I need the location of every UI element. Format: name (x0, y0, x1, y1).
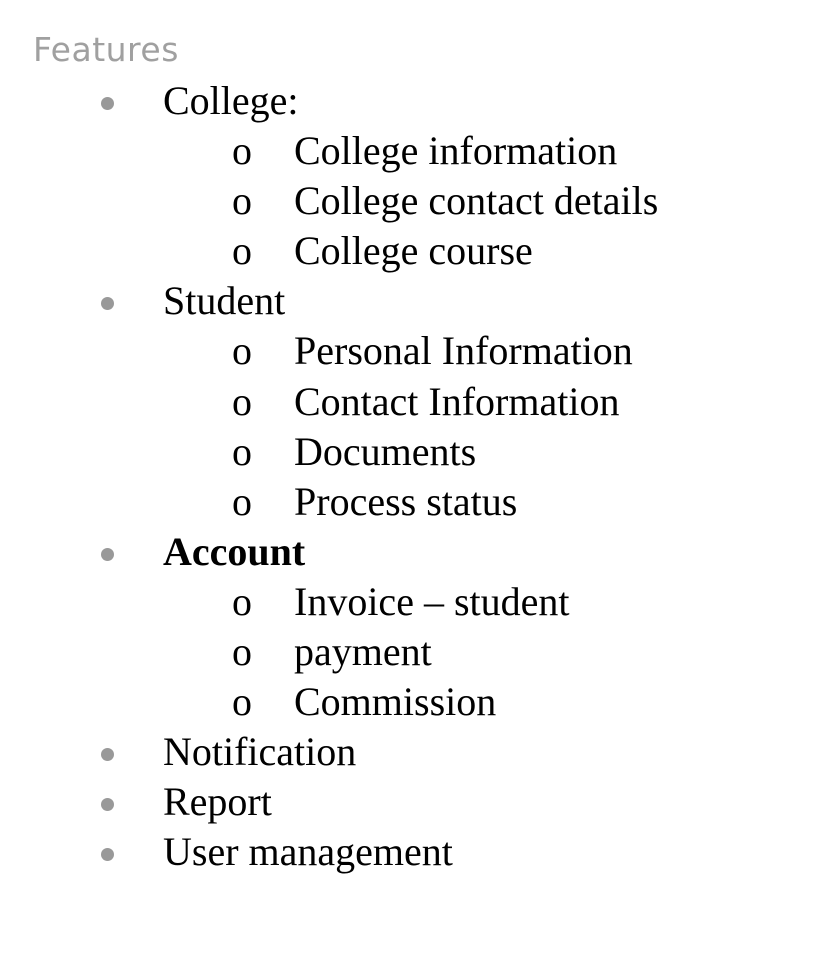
bullet-dot-icon (101, 297, 114, 311)
bullet-circle-icon: o (232, 378, 252, 424)
bullet-dot-icon (101, 798, 114, 812)
bullet-circle-icon: o (232, 478, 252, 524)
feature-label: Notification (163, 729, 357, 775)
bullet-circle-icon: o (232, 228, 252, 274)
sub-feature-label: College contact details (294, 178, 659, 224)
bullet-dot-icon (101, 748, 114, 762)
sub-feature-label: Commission (294, 679, 497, 725)
bullet-circle-icon: o (232, 679, 252, 725)
bullet-dot-icon (101, 848, 114, 862)
bullet-circle-icon: o (232, 578, 252, 624)
sub-feature-label: College course (294, 228, 533, 274)
bullet-dot-icon (101, 547, 114, 561)
bullet-circle-icon: o (232, 328, 252, 374)
feature-label: Report (163, 779, 272, 825)
sub-feature-label: Documents (294, 428, 477, 474)
sub-feature-label: Personal Information (294, 328, 633, 374)
feature-label: College: (163, 78, 299, 123)
bullet-circle-icon: o (232, 428, 252, 474)
feature-label: Student (163, 278, 286, 324)
sub-feature-label: Contact Information (294, 378, 620, 424)
feature-label: Account (163, 528, 306, 574)
sub-feature-label: Process status (294, 478, 518, 524)
bullet-dot-icon (101, 97, 114, 110)
sub-feature-label: Invoice – student (294, 578, 570, 624)
section-heading: Features (33, 30, 179, 69)
sub-feature-label: College information (294, 128, 618, 174)
bullet-circle-icon: o (232, 178, 252, 224)
sub-feature-label: payment (294, 629, 432, 675)
document-page: Features College: o College information … (0, 0, 834, 956)
feature-label: User management (163, 829, 453, 875)
bullet-circle-icon: o (232, 629, 252, 675)
bullet-circle-icon: o (232, 128, 252, 174)
